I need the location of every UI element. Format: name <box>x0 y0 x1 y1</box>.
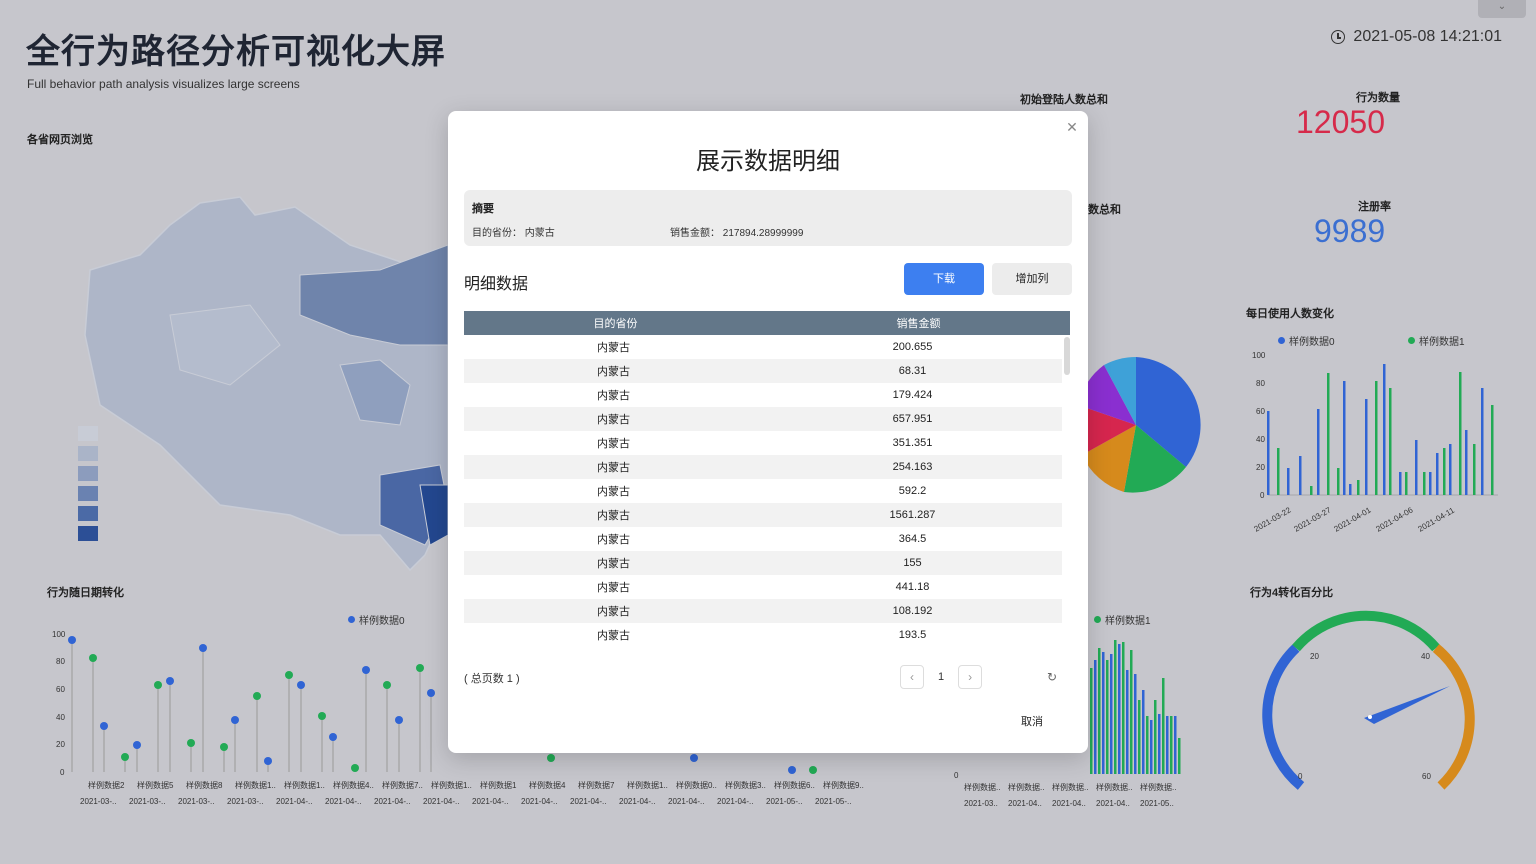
cell-province: 内蒙古 <box>597 534 630 546</box>
summary-amount-label: 销售金额： <box>670 228 720 239</box>
cell-province: 内蒙古 <box>597 558 630 570</box>
current-page[interactable]: 1 <box>938 671 944 683</box>
table-row[interactable]: 内蒙古 108.192 <box>464 599 1062 623</box>
chevron-left-icon: ‹ <box>910 670 914 684</box>
modal-title: 展示数据明细 <box>696 148 840 175</box>
table-row[interactable]: 内蒙古 254.163 <box>464 455 1062 479</box>
cell-amount: 155 <box>903 557 922 569</box>
cell-amount: 193.5 <box>898 629 927 641</box>
cell-province: 内蒙古 <box>597 606 630 618</box>
table-row[interactable]: 内蒙古 193.5 <box>464 623 1062 647</box>
close-icon[interactable]: ✕ <box>1064 119 1080 135</box>
table-row[interactable]: 内蒙古 200.655 <box>464 335 1062 359</box>
table-row[interactable]: 内蒙古 657.951 <box>464 407 1062 431</box>
summary-amount-value: 217894.28999999 <box>722 228 804 239</box>
cell-amount: 657.951 <box>892 413 933 425</box>
cancel-button[interactable]: 取消 <box>1008 711 1056 733</box>
cell-province: 内蒙古 <box>597 342 630 354</box>
table-row[interactable]: 内蒙古 441.18 <box>464 575 1062 599</box>
table-row[interactable]: 内蒙古 1561.287 <box>464 503 1062 527</box>
summary-province-value: 内蒙古 <box>524 228 555 239</box>
cell-province: 内蒙古 <box>597 510 630 522</box>
table-header: 目的省份 销售金额 <box>464 311 1070 335</box>
cell-province: 内蒙古 <box>597 462 630 474</box>
column-header-province[interactable]: 目的省份 <box>464 315 767 331</box>
column-header-amount[interactable]: 销售金额 <box>767 315 1070 331</box>
detail-section-title: 明细数据 <box>464 276 529 293</box>
cell-amount: 108.192 <box>892 605 933 617</box>
add-column-button[interactable]: 增加列 <box>992 263 1072 295</box>
summary-amount: 销售金额： 217894.28999999 <box>670 224 803 239</box>
table-row[interactable]: 内蒙古 364.5 <box>464 527 1062 551</box>
summary-province-label: 目的省份： <box>472 228 522 239</box>
next-page-button[interactable]: › <box>958 665 983 689</box>
cell-amount: 254.163 <box>892 461 933 473</box>
summary-province: 目的省份： 内蒙古 <box>472 224 555 239</box>
cell-amount: 1561.287 <box>889 509 936 521</box>
table-row[interactable]: 内蒙古 155 <box>464 551 1062 575</box>
cell-amount: 200.655 <box>892 341 933 353</box>
cell-amount: 351.351 <box>892 437 933 449</box>
table-scrollbar[interactable] <box>1064 337 1070 375</box>
summary-panel: 摘要 目的省份： 内蒙古 销售金额： 217894.28999999 <box>464 190 1072 246</box>
table-row[interactable]: 内蒙古 68.31 <box>464 359 1062 383</box>
cell-amount: 364.5 <box>898 533 927 545</box>
cell-province: 内蒙古 <box>597 390 630 402</box>
refresh-icon[interactable]: ↻ <box>1047 670 1057 684</box>
cell-province: 内蒙古 <box>597 414 630 426</box>
cell-province: 内蒙古 <box>597 366 630 378</box>
cell-province: 内蒙古 <box>597 486 630 498</box>
cell-amount: 441.18 <box>895 581 930 593</box>
cell-province: 内蒙古 <box>597 630 630 642</box>
data-detail-modal: ✕ 展示数据明细 摘要 目的省份： 内蒙古 销售金额： 217894.28999… <box>448 111 1088 753</box>
cell-province: 内蒙古 <box>597 582 630 594</box>
table-row[interactable]: 内蒙古 351.351 <box>464 431 1062 455</box>
detail-table[interactable]: 目的省份 销售金额 内蒙古 200.655 内蒙古 68.31 内蒙古 179.424… <box>464 311 1070 647</box>
pagination: ‹ 1 › <box>900 665 983 689</box>
download-button[interactable]: 下载 <box>904 263 984 295</box>
chevron-right-icon: › <box>968 670 973 684</box>
cell-province: 内蒙古 <box>597 438 630 450</box>
summary-title: 摘要 <box>472 203 494 215</box>
cell-amount: 592.2 <box>898 485 927 497</box>
prev-page-button[interactable]: ‹ <box>900 665 924 689</box>
table-row[interactable]: 内蒙古 179.424 <box>464 383 1062 407</box>
pager-total-pages: ( 总页数 1 ) <box>464 673 520 685</box>
cell-amount: 179.424 <box>892 389 933 401</box>
cell-amount: 68.31 <box>898 365 927 377</box>
table-row[interactable]: 内蒙古 592.2 <box>464 479 1062 503</box>
